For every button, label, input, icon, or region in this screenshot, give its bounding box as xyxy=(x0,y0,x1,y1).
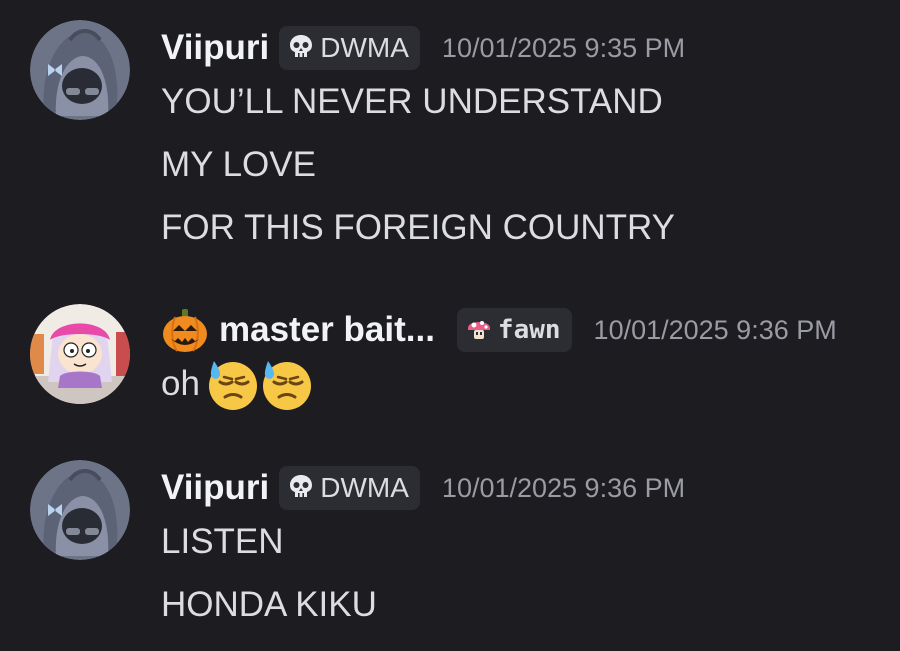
message-line: MY LOVE xyxy=(161,145,316,184)
message-text: oh xyxy=(161,364,200,403)
message-line: LISTEN xyxy=(161,522,284,561)
username[interactable]: master bait... xyxy=(219,310,435,350)
guild-tag[interactable]: DWMA xyxy=(279,466,420,510)
avatar-viipuri[interactable] xyxy=(30,460,130,560)
timestamp[interactable]: 10/01/2025 9:36 PM xyxy=(442,473,685,504)
message-line: FOR THIS FOREIGN COUNTRY xyxy=(161,208,676,247)
guild-tag[interactable]: fawn xyxy=(456,308,572,352)
message-line: YOU’LL NEVER UNDERSTAND xyxy=(161,82,663,121)
downcast-face-with-sweat-icon[interactable] xyxy=(260,357,314,411)
jack-o-lantern-icon xyxy=(161,307,209,353)
message-header: Viipuri DWMA 10/01/2025 9:36 PM xyxy=(161,464,685,512)
downcast-face-with-sweat-icon[interactable] xyxy=(206,357,260,411)
username[interactable]: Viipuri xyxy=(161,28,269,68)
mushroom-icon xyxy=(465,314,493,347)
message-line: oh xyxy=(161,356,314,412)
timestamp[interactable]: 10/01/2025 9:36 PM xyxy=(594,315,837,346)
guild-tag-label: DWMA xyxy=(320,472,409,503)
message-header: master bait... fawn 10/01/2025 9:36 PM xyxy=(161,306,837,354)
timestamp[interactable]: 10/01/2025 9:35 PM xyxy=(442,33,685,64)
skull-icon xyxy=(287,32,315,65)
skull-icon xyxy=(287,472,315,505)
message-header: Viipuri DWMA 10/01/2025 9:35 PM xyxy=(161,24,685,72)
guild-tag[interactable]: DWMA xyxy=(279,26,420,70)
avatar-master-bait[interactable] xyxy=(30,304,130,404)
guild-tag-label: fawn xyxy=(497,315,561,345)
username[interactable]: Viipuri xyxy=(161,468,269,508)
message-line: HONDA KIKU xyxy=(161,585,377,624)
guild-tag-label: DWMA xyxy=(320,32,409,63)
avatar-viipuri[interactable] xyxy=(30,20,130,120)
